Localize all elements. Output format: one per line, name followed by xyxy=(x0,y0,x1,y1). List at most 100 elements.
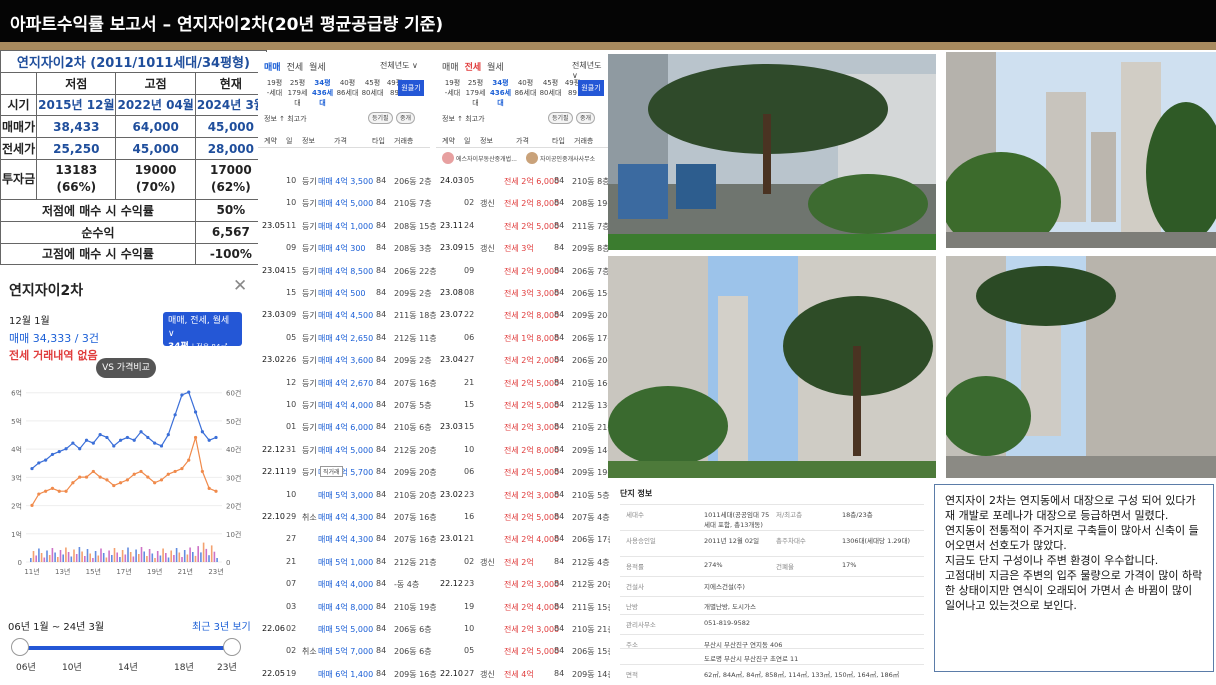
trade-day: 15 xyxy=(286,265,297,275)
trade-type-dropdown[interactable]: 매매, 전세, 월세 ∨ 34평 | 전용 84㎡ xyxy=(163,312,242,352)
trade-row[interactable]: 09 등기 매매 4억 300 84 208동 3층 xyxy=(258,237,432,259)
trade-row[interactable]: 23.03 15 전세 2억 3,000 84 210동 21층 xyxy=(436,416,615,438)
registered-filter-button[interactable]: 등기필 xyxy=(368,112,393,124)
trade-row[interactable]: 15 등기 매매 4억 500 84 209동 2층 xyxy=(258,282,432,304)
trade-row[interactable]: 23.03 09 등기 매매 4억 4,500 84 211동 18층 xyxy=(258,304,437,326)
trade-row[interactable]: 22.05 19 매매 6억 1,400 84 209동 16층 xyxy=(258,663,437,685)
volume-bar xyxy=(86,549,89,562)
agent-avatar xyxy=(442,152,454,164)
series-point xyxy=(44,489,48,493)
trade-row[interactable]: 23.04 27 전세 2억 2,000 84 206동 20층 xyxy=(436,349,615,371)
agent-filter-button[interactable]: 중개 xyxy=(396,112,416,124)
trade-day: 24 xyxy=(464,220,475,230)
recent-3y-link[interactable]: 최근 3년 보기 xyxy=(192,618,251,633)
size-tab-pyeong: 40평 xyxy=(517,79,534,87)
range-slider-track[interactable] xyxy=(20,646,232,650)
trade-row[interactable]: 02 취소 매매 5억 7,000 84 206동 6층 xyxy=(258,640,432,662)
trade-price: 전세 2억 5,000 xyxy=(504,378,560,388)
trade-row[interactable]: 02 갱신 전세 2억 84 212동 4층 xyxy=(436,551,610,573)
series-point xyxy=(118,438,123,442)
trade-floor: 210동 20층 xyxy=(394,490,437,500)
trade-row[interactable]: 27 매매 4억 4,300 84 207동 16층 xyxy=(258,528,437,550)
trade-day: 12 xyxy=(286,377,297,387)
trade-row[interactable]: 19 전세 2억 4,000 84 211동 15층 xyxy=(436,596,615,618)
trade-row[interactable]: 10 전세 2억 8,000 84 209동 14층 xyxy=(436,439,615,461)
trade-row[interactable]: 22.11 19 등기 매매 4억 5,700 84 209동 20층 xyxy=(258,461,437,483)
agent-name[interactable]: 자이공인중개사사무소 xyxy=(540,154,595,163)
trade-day: 09 xyxy=(286,310,297,320)
size-tab-units: -세대 xyxy=(266,89,283,97)
trade-row[interactable]: 24.03 05 전세 2억 6,000 84 210동 8층 xyxy=(436,170,610,192)
range-start-handle[interactable] xyxy=(11,638,29,656)
trade-info: 등기 xyxy=(302,378,317,388)
trade-row[interactable]: 23.02 23 전세 2억 3,000 84 210동 5층 xyxy=(436,484,610,506)
volume-bar xyxy=(51,548,54,562)
trade-info: 등기 xyxy=(302,266,317,276)
trade-row[interactable]: 02 갱신 전세 2억 8,000 84 208동 19층 xyxy=(436,192,615,214)
trade-row[interactable]: 23.02 26 등기 매매 4억 3,600 84 209동 2층 xyxy=(258,349,432,371)
tab-sale[interactable]: 매매 xyxy=(264,63,281,73)
trade-row[interactable]: 23.11 24 전세 2억 5,000 84 211동 7층 xyxy=(436,215,610,237)
series-point xyxy=(153,441,157,445)
trade-row[interactable]: 09 전세 2억 9,000 84 206동 7층 xyxy=(436,260,610,282)
trade-row[interactable]: 06 전세 2억 5,000 84 209동 19층 xyxy=(436,461,615,483)
x-tick-label: 21년 xyxy=(178,567,193,576)
trade-info: 등기 xyxy=(302,468,317,478)
apply-button[interactable]: 원클기 xyxy=(398,80,424,96)
trade-row[interactable]: 23.09 15 갱신 전세 3억 84 209동 8층 xyxy=(436,237,610,259)
trade-row[interactable]: 23.08 08 전세 3억 3,000 84 206동 15층 xyxy=(436,282,615,304)
trade-row[interactable]: 10 전세 2억 3,000 84 210동 21층 xyxy=(436,618,615,640)
trade-row[interactable]: 12 등기 매매 4억 2,670 84 207동 16층 xyxy=(258,372,437,394)
tab-jeonse[interactable]: 전세 xyxy=(287,63,304,73)
trade-type: 84 xyxy=(376,422,387,432)
volume-bar xyxy=(146,556,148,562)
range-end-handle[interactable] xyxy=(223,638,241,656)
trade-row[interactable]: 23.01 21 전세 2억 4,000 84 206동 17층 xyxy=(436,528,615,550)
trade-row[interactable]: 15 전세 2억 5,000 84 212동 13층 xyxy=(436,394,615,416)
trade-row[interactable]: 23.05 11 등기 매매 4억 1,000 84 208동 15층 xyxy=(258,215,437,237)
trade-row[interactable]: 22.10 29 취소 매매 4억 4,300 84 207동 16층 xyxy=(258,506,437,528)
year-filter-dropdown[interactable]: 전체년도 ∨ xyxy=(572,60,608,80)
year-filter-dropdown[interactable]: 전체년도 ∨ xyxy=(380,60,418,71)
volume-bar xyxy=(97,555,100,562)
trade-row[interactable]: 03 매매 4억 8,000 84 210동 19층 xyxy=(258,596,437,618)
trade-row[interactable]: 21 매매 5억 1,000 84 212동 21층 xyxy=(258,551,437,573)
trade-row[interactable]: 21 전세 2억 5,000 84 210동 16층 xyxy=(436,372,615,394)
trade-row[interactable]: 07 매매 4억 4,000 84 -동 4층 xyxy=(258,573,430,595)
tab-jeonse[interactable]: 전세 xyxy=(465,63,482,73)
close-icon[interactable]: ✕ xyxy=(233,276,247,296)
trade-row[interactable]: 23.07 22 전세 2억 8,000 84 209동 20층 xyxy=(436,304,615,326)
trade-row[interactable]: 22.10 27 갱신 전세 4억 84 209동 14층 xyxy=(436,663,615,685)
col-price: 가격 xyxy=(516,137,529,145)
volume-bar xyxy=(200,552,202,562)
trade-row[interactable]: 22.12 31 등기 매매 4억 5,000 84 212동 20층 xyxy=(258,439,437,461)
series-point xyxy=(187,390,191,394)
invest-ratio: (62%) xyxy=(211,180,251,195)
registered-filter-button[interactable]: 등기필 xyxy=(548,112,573,124)
trade-row[interactable]: 05 등기 매매 4억 2,650 84 212동 11층 xyxy=(258,327,437,349)
trade-month: 22.11 xyxy=(262,467,285,477)
agent-filter-button[interactable]: 중개 xyxy=(576,112,596,124)
trade-floor: 211동 7층 xyxy=(572,221,610,231)
period-high: 2022년 04월 xyxy=(115,93,196,117)
trade-row[interactable]: 22.06 02 매매 5억 5,000 84 206동 6층 xyxy=(258,618,432,640)
tab-monthly[interactable]: 월세 xyxy=(309,63,326,73)
trade-row[interactable]: 05 전세 2억 5,000 84 206동 15층 xyxy=(436,640,615,662)
trade-row[interactable]: 10 등기 매매 4억 4,000 84 207동 5층 xyxy=(258,394,432,416)
series-point xyxy=(71,441,75,445)
trade-day: 05 xyxy=(464,176,475,185)
trade-row[interactable]: 10 매매 5억 3,000 84 210동 20층 xyxy=(258,484,437,506)
trade-row[interactable]: 10 등기 매매 4억 5,000 84 210동 7층 xyxy=(258,192,432,214)
trade-row[interactable]: 01 등기 매매 4억 6,000 84 210동 6층 xyxy=(258,416,432,438)
trade-row[interactable]: 22.12 23 전세 2억 3,000 84 212동 20층 xyxy=(436,573,615,595)
apply-button[interactable]: 원클기 xyxy=(578,80,604,96)
trade-row[interactable]: 06 전세 1억 8,000 84 206동 17층 xyxy=(436,327,615,349)
tab-sale[interactable]: 매매 xyxy=(442,63,459,73)
trade-row[interactable]: 23.04 15 등기 매매 4억 8,500 84 206동 22층 xyxy=(258,260,437,282)
vs-compare-button[interactable]: VS 가격비교 xyxy=(96,358,156,378)
trade-row[interactable]: 10 등기 매매 4억 3,500 84 206동 2층 xyxy=(258,170,432,192)
tab-monthly[interactable]: 월세 xyxy=(487,63,504,73)
agent-name[interactable]: 에스자이부동산중개법... xyxy=(456,154,517,163)
trade-row[interactable]: 16 전세 2억 5,000 84 207동 4층 xyxy=(436,506,610,528)
info-key: 건설사 xyxy=(626,583,644,591)
